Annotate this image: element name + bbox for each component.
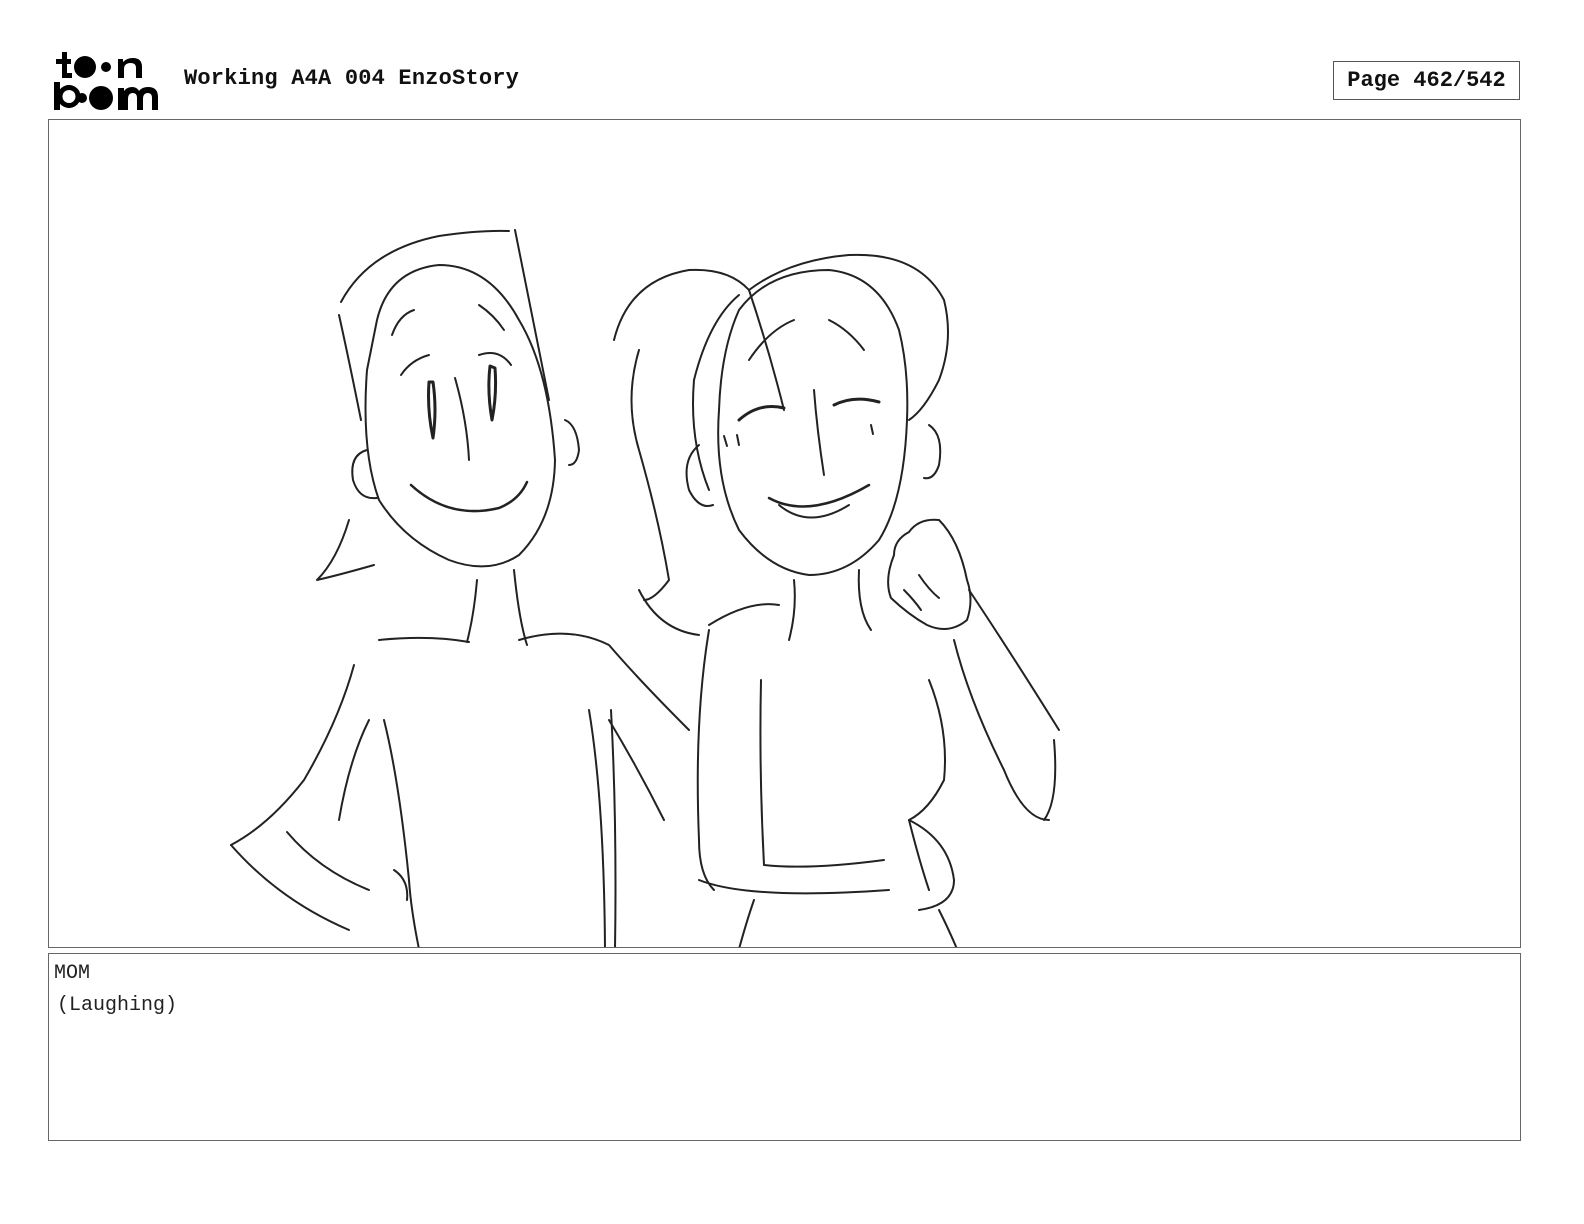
parenthetical: (Laughing) <box>57 994 178 1017</box>
page-indicator: Page 462/542 <box>1333 61 1520 100</box>
dialogue-box: MOM (Laughing) <box>48 953 1521 1141</box>
storyboard-sketch <box>230 229 1060 947</box>
character-name: MOM <box>54 962 91 985</box>
storyboard-panel <box>48 119 1521 948</box>
toonboom-logo <box>52 50 164 112</box>
document-title: Working A4A 004 EnzoStory <box>184 66 520 91</box>
